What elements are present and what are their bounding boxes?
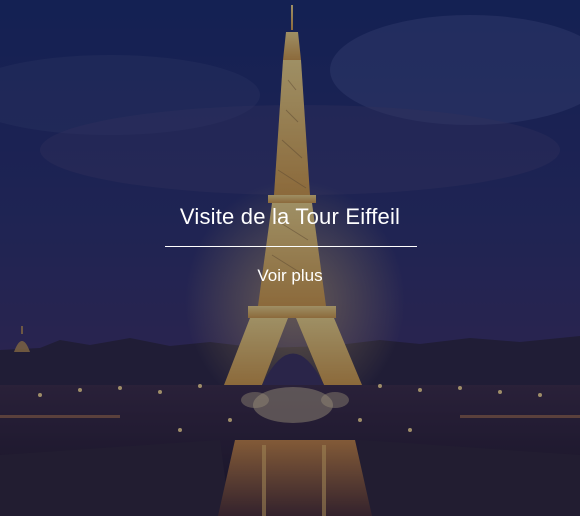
title-divider xyxy=(165,246,417,247)
see-more-link[interactable]: Voir plus xyxy=(0,265,580,287)
card-title: Visite de la Tour Eiffeil xyxy=(179,204,401,229)
hover-card[interactable]: Visite de la Tour Eiffeil Voir plus xyxy=(0,0,580,516)
card-caption: Visite de la Tour Eiffeil Voir plus xyxy=(0,0,580,516)
